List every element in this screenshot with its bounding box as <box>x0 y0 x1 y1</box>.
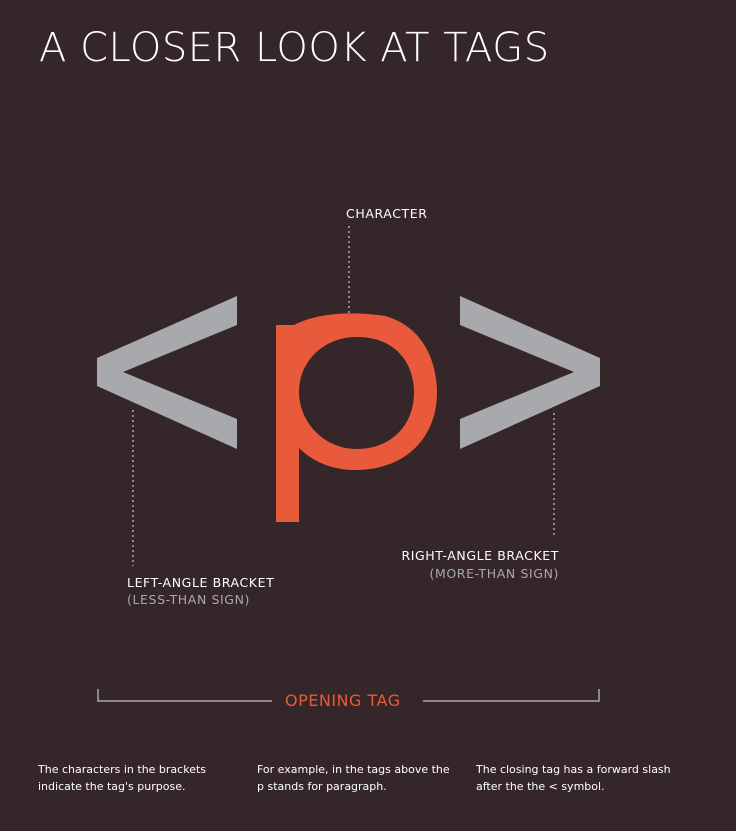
description-text: For example, in the tags above the p sta… <box>257 763 450 793</box>
right-angle-bracket-icon <box>460 296 600 449</box>
p-bowl <box>287 313 437 470</box>
left-angle-bracket-icon <box>97 296 237 449</box>
less-than-sign-label: (LESS-THAN SIGN) <box>127 592 251 607</box>
opening-tag-label: OPENING TAG <box>285 691 401 710</box>
character-p-glyph <box>276 313 437 522</box>
right-angle-bracket-label: RIGHT-ANGLE BRACKET <box>401 548 559 563</box>
character-label: CHARACTER <box>346 206 428 221</box>
more-than-sign-label: (MORE-THAN SIGN) <box>429 566 559 581</box>
left-angle-bracket-label: LEFT-ANGLE BRACKET <box>127 575 275 590</box>
description-text: The characters in the brackets indicate … <box>38 763 207 793</box>
description-text: The closing tag has a forward slash afte… <box>476 763 671 793</box>
